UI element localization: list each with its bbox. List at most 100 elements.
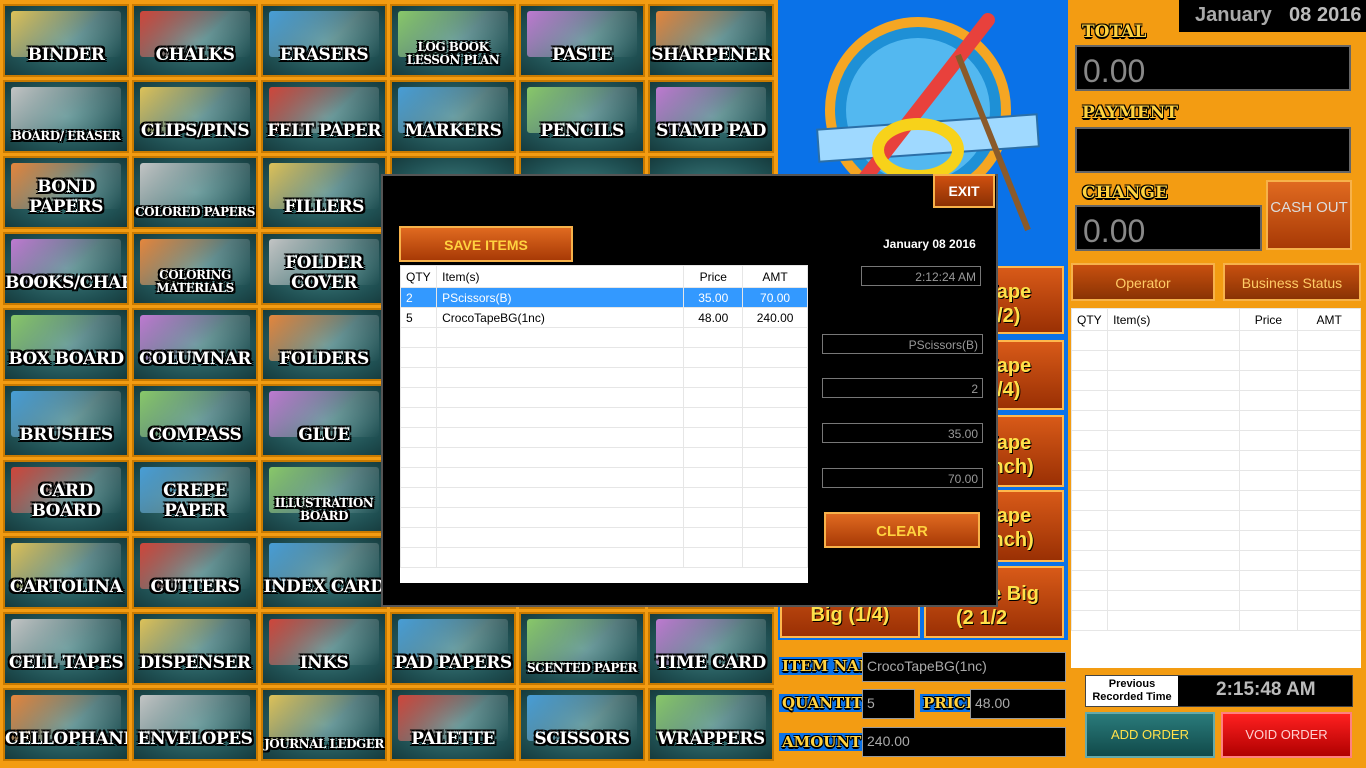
category-label: CHALKS [155,45,235,65]
header-year: 2016 [1317,4,1362,26]
category-tile-chalks[interactable]: CHALKS [132,4,258,77]
category-label: SCISSORS [534,729,630,749]
category-label: BOX BOARD [8,349,124,369]
empty-row [1070,390,1361,411]
clear-button[interactable]: CLEAR [824,512,980,548]
category-label: BRUSHES [19,425,113,445]
category-tile-folder-cover[interactable]: FOLDER COVER [261,232,387,305]
saved-items-dialog: EXIT SAVE ITEMS January 08 2016 2:12:24 … [381,174,998,607]
table-header: QTY Item(s) Price AMT [1070,308,1361,331]
category-tile-sharpener[interactable]: SHARPENER [648,4,774,77]
category-tile-cartolina[interactable]: CARTOLINA [3,536,129,609]
column-header: Price [683,265,744,288]
category-tile-pad-papers[interactable]: PAD PAPERS [390,612,516,685]
table-row[interactable]: 2 PScissors(B) 35.00 70.00 [399,287,808,308]
category-tile-books-charts[interactable]: BOOKS/CHARTS [3,232,129,305]
category-tile-cell-tapes[interactable]: CELL TAPES [3,612,129,685]
table-row[interactable]: 5 CrocoTapeBG(1nc) 48.00 240.00 [399,307,808,328]
empty-row [399,467,808,488]
category-label: PALETTE [411,729,495,749]
category-tile-card-board[interactable]: CARD BOARD [3,460,129,533]
empty-row [399,347,808,368]
amount-label: AMOUNT [779,733,865,751]
empty-row [399,387,808,408]
category-tile-dispenser[interactable]: DISPENSER [132,612,258,685]
quantity-field[interactable]: 5 [862,689,915,719]
business-status-button[interactable]: Business Status [1223,263,1361,301]
category-tile-paste[interactable]: PASTE [519,4,645,77]
void-order-button[interactable]: VOID ORDER [1221,712,1352,758]
category-tile-inks[interactable]: INKS [261,612,387,685]
table-header: QTY Item(s) Price AMT [399,265,808,288]
category-image [269,695,379,741]
column-header: QTY [399,265,438,288]
total-display: 0.00 [1075,45,1351,91]
category-tile-coloring-materials[interactable]: COLORING MATERIALS [132,232,258,305]
category-tile-board-eraser[interactable]: BOARD/ ERASER [3,80,129,153]
category-image [11,87,121,133]
category-label: PENCILS [540,121,624,141]
category-label: INKS [299,653,349,673]
category-label: ERASERS [279,45,369,65]
category-tile-index-card[interactable]: INDEX CARD [261,536,387,609]
category-tile-felt-paper[interactable]: FELT PAPER [261,80,387,153]
category-tile-wrappers[interactable]: WRAPPERS [648,688,774,761]
item-name-field[interactable]: CrocoTapeBG(1nc) [862,652,1066,682]
category-tile-scented-paper[interactable]: SCENTED PAPER [519,612,645,685]
category-tile-scissors[interactable]: SCISSORS [519,688,645,761]
save-items-button[interactable]: SAVE ITEMS [399,226,573,262]
category-tile-stamp-pad[interactable]: STAMP PAD [648,80,774,153]
category-tile-colored-papers[interactable]: COLORED PAPERS [132,156,258,229]
dialog-item-field[interactable]: PScissors(B) [822,334,983,354]
category-tile-journal-ledger[interactable]: JOURNAL LEDGER [261,688,387,761]
category-tile-box-board[interactable]: BOX BOARD [3,308,129,381]
category-tile-illustration-board[interactable]: ILLUSTRATION BOARD [261,460,387,533]
category-tile-erasers[interactable]: ERASERS [261,4,387,77]
category-tile-brushes[interactable]: BRUSHES [3,384,129,457]
empty-row [1070,610,1361,631]
empty-row [399,447,808,468]
category-tile-fillers[interactable]: FILLERS [261,156,387,229]
exit-button[interactable]: EXIT [933,174,995,208]
category-label: LOG BOOK LESSON PLAN [406,40,500,67]
cash-out-button[interactable]: CASH OUT [1266,180,1352,250]
category-label: PAD PAPERS [394,653,512,673]
category-tile-bond-papers[interactable]: BOND PAPERS [3,156,129,229]
category-label: CUTTERS [150,577,240,597]
category-tile-glue[interactable]: GLUE [261,384,387,457]
change-display: 0.00 [1075,205,1262,251]
category-image [527,619,637,665]
category-tile-cellophane[interactable]: CELLOPHANE [3,688,129,761]
category-tile-clips-pins[interactable]: CLIPS/PINS [132,80,258,153]
category-label: BOND PAPERS [29,177,103,217]
category-tile-pencils[interactable]: PENCILS [519,80,645,153]
category-tile-palette[interactable]: PALETTE [390,688,516,761]
category-label: COLORING MATERIALS [156,268,234,295]
dialog-qty-field[interactable]: 2 [822,378,983,398]
operator-button[interactable]: Operator [1071,263,1215,301]
category-tile-time-card[interactable]: TIME CARD [648,612,774,685]
price-field[interactable]: 48.00 [970,689,1066,719]
category-tile-cutters[interactable]: CUTTERS [132,536,258,609]
category-tile-crepe-paper[interactable]: CREPE PAPER [132,460,258,533]
category-tile-markers[interactable]: MARKERS [390,80,516,153]
payment-input[interactable] [1075,127,1351,173]
category-tile-binder[interactable]: BINDER [3,4,129,77]
category-tile-columnar[interactable]: COLUMNAR [132,308,258,381]
category-tile-compass[interactable]: COMPASS [132,384,258,457]
category-label: ENVELOPES [137,729,253,749]
category-label: BOOKS/CHARTS [5,273,127,293]
category-label: CREPE PAPER [163,481,227,521]
empty-row [399,367,808,388]
add-order-button[interactable]: ADD ORDER [1085,712,1215,758]
category-tile-envelopes[interactable]: ENVELOPES [132,688,258,761]
category-label: COLUMNAR [139,349,251,369]
dialog-price-field[interactable]: 35.00 [822,423,983,443]
category-tile-log-book-lesson-plan[interactable]: LOG BOOK LESSON PLAN [390,4,516,77]
category-label: ILLUSTRATION BOARD [274,496,374,523]
column-header: Item(s) [436,265,685,288]
saved-items-table: QTY Item(s) Price AMT 2 PScissors(B) 35.00 70.0… [399,265,808,583]
category-tile-folders[interactable]: FOLDERS [261,308,387,381]
empty-row [1070,570,1361,591]
cell-item: PScissors(B) [436,287,685,308]
